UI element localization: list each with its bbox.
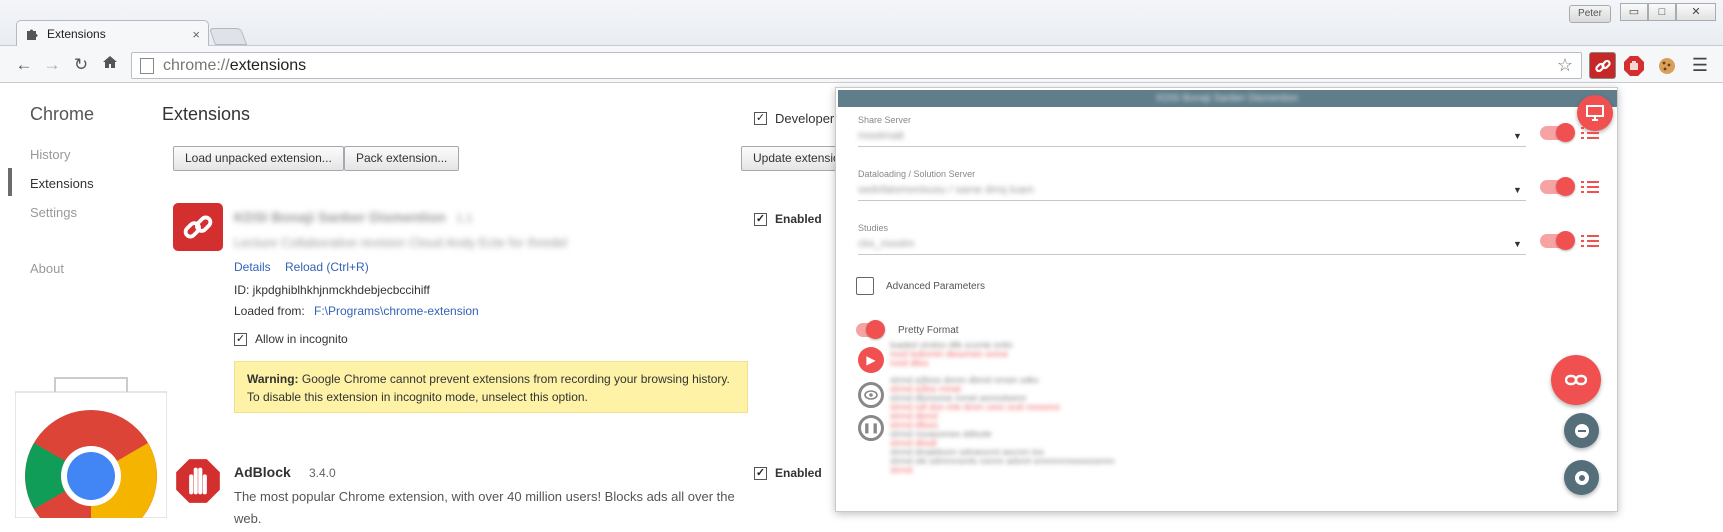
- close-tab-icon[interactable]: ×: [192, 27, 200, 42]
- reload-icon[interactable]: ↻: [70, 54, 92, 76]
- log-output: loaded vindoo dllk sconte onlin mod lodi…: [890, 340, 1115, 475]
- dataloading-server-value: sedvfalomonisusu / same dmq tuam: [858, 184, 1035, 196]
- pretty-format-label: Pretty Format: [898, 324, 959, 336]
- sidebar-active-indicator: [8, 168, 12, 196]
- enabled-toggle[interactable]: ✓ Enabled: [754, 466, 822, 480]
- chrome-web-store-logo: [14, 376, 168, 532]
- enabled-label: Enabled: [775, 466, 822, 480]
- list-icon[interactable]: [1581, 180, 1599, 195]
- share-server-label: Share Server: [858, 115, 912, 125]
- load-unpacked-button[interactable]: Load unpacked extension...: [173, 146, 344, 171]
- url-scheme: chrome://: [163, 56, 230, 74]
- capture-button[interactable]: [1564, 460, 1599, 495]
- sidebar-item-about[interactable]: About: [30, 261, 64, 276]
- eye-icon[interactable]: [858, 382, 884, 408]
- chevron-down-icon[interactable]: ▼: [1513, 185, 1522, 195]
- advanced-parameters-checkbox[interactable]: [856, 277, 874, 295]
- sidebar-item-settings[interactable]: Settings: [30, 205, 77, 220]
- chevron-down-icon[interactable]: ▼: [1513, 131, 1522, 141]
- loaded-from-path-link[interactable]: F:\Programs\chrome-extension: [314, 304, 479, 318]
- close-window-button[interactable]: ✕: [1676, 3, 1716, 21]
- list-icon[interactable]: [1581, 234, 1599, 249]
- studies-value: cks_mootm: [858, 238, 915, 250]
- advanced-parameters-option[interactable]: Advanced Parameters: [856, 277, 985, 295]
- extension-name: AdBlock: [234, 464, 291, 480]
- menu-icon[interactable]: ☰: [1691, 55, 1709, 76]
- enabled-toggle[interactable]: ✓ Enabled: [754, 212, 822, 226]
- studies-label: Studies: [858, 223, 889, 233]
- warning-text: Google Chrome cannot prevent extensions …: [247, 372, 730, 404]
- chevron-down-icon[interactable]: ▼: [1513, 239, 1522, 249]
- enabled-checkbox[interactable]: ✓: [754, 212, 767, 226]
- allow-incognito-toggle[interactable]: ✓ Allow in incognito: [234, 332, 348, 346]
- new-tab-button[interactable]: [208, 28, 248, 45]
- sidebar-title: Chrome: [30, 104, 95, 124]
- update-extensions-button[interactable]: Update extensio: [741, 146, 837, 171]
- share-server-toggle[interactable]: [1540, 123, 1575, 142]
- cookie-icon[interactable]: [1653, 52, 1680, 79]
- popup-header: KDSI Bonaji Sanber Dismention: [838, 90, 1617, 107]
- share-server-value: mootmatt: [858, 130, 904, 142]
- tab-extensions[interactable]: Extensions ×: [16, 20, 209, 47]
- advanced-parameters-label: Advanced Parameters: [886, 280, 985, 292]
- forward-arrow-icon[interactable]: →: [41, 54, 63, 76]
- extension-popup: KDSI Bonaji Sanber Dismention Share Serv…: [835, 87, 1618, 512]
- puzzle-icon: [27, 29, 38, 40]
- camera-shutter-icon: [1574, 470, 1589, 485]
- loaded-from-label: Loaded from:: [234, 304, 305, 318]
- reload-link[interactable]: Reload (Ctrl+R): [285, 260, 369, 274]
- adblock-icon: [173, 456, 223, 509]
- maximize-button[interactable]: □: [1648, 3, 1676, 21]
- minus-circle-icon: [1574, 423, 1589, 438]
- pretty-format-option[interactable]: Pretty Format: [856, 320, 959, 339]
- star-icon[interactable]: ☆: [1557, 55, 1573, 76]
- browser-window: Extensions × Peter ▭ □ ✕ ← → ↻ chrome://…: [0, 0, 1723, 532]
- extension-id: ID: jkpdghiblhkhjnmckhdebjecbccihiff: [234, 283, 430, 297]
- page-icon: [140, 57, 154, 74]
- remove-button[interactable]: [1564, 413, 1599, 448]
- extension-version: 3.4.0: [309, 466, 336, 480]
- extension-description: Lecture Collaborative revision Cloud And…: [234, 235, 568, 250]
- incognito-warning: Warning: Google Chrome cannot prevent ex…: [234, 361, 748, 413]
- studies-toggle[interactable]: [1540, 231, 1575, 250]
- details-link[interactable]: Details: [234, 260, 271, 274]
- pack-extension-button[interactable]: Pack extension...: [344, 146, 460, 171]
- play-icon[interactable]: ▶: [858, 347, 884, 373]
- enabled-checkbox[interactable]: ✓: [754, 466, 767, 480]
- home-icon[interactable]: [99, 54, 121, 76]
- share-server-select[interactable]: [858, 146, 1526, 147]
- dataloading-server-label: Dataloading / Solution Server: [858, 169, 976, 179]
- link-extension-icon: [173, 203, 223, 251]
- extension-description: The most popular Chrome extension, with …: [234, 489, 735, 526]
- sidebar-item-history[interactable]: History: [30, 147, 70, 162]
- enabled-label: Enabled: [775, 212, 822, 226]
- allow-incognito-checkbox[interactable]: ✓: [234, 332, 247, 346]
- dataloading-server-toggle[interactable]: [1540, 177, 1575, 196]
- minimize-button[interactable]: ▭: [1620, 3, 1648, 21]
- title-bar: Extensions × Peter ▭ □ ✕: [0, 0, 1723, 47]
- extension-version: 1.1: [456, 211, 473, 225]
- page-title: Extensions: [162, 104, 251, 124]
- extension-name: KDSI Bonaji Sanber Dismention: [234, 209, 446, 225]
- tab-title: Extensions: [47, 27, 106, 41]
- url-host: extensions: [229, 56, 307, 74]
- pretty-format-toggle[interactable]: [856, 320, 886, 339]
- sidebar-item-extensions[interactable]: Extensions: [30, 176, 94, 191]
- studies-select[interactable]: [858, 254, 1526, 255]
- list-icon[interactable]: [1581, 126, 1599, 141]
- address-bar[interactable]: chrome:// extensions ☆: [131, 52, 1582, 79]
- connect-button[interactable]: [1551, 355, 1601, 405]
- monitor-icon: [1586, 105, 1604, 121]
- link-extension-icon[interactable]: [1589, 52, 1616, 79]
- back-arrow-icon[interactable]: ←: [13, 54, 35, 76]
- dataloading-server-select[interactable]: [858, 200, 1526, 201]
- link-icon: [1565, 374, 1587, 386]
- warning-label: Warning:: [247, 372, 299, 386]
- adblock-icon[interactable]: [1620, 52, 1647, 79]
- pause-icon[interactable]: ❚❚: [858, 415, 884, 441]
- developer-mode-checkbox[interactable]: ✓: [754, 112, 767, 125]
- allow-incognito-label: Allow in incognito: [255, 332, 348, 346]
- profile-button[interactable]: Peter: [1569, 5, 1611, 23]
